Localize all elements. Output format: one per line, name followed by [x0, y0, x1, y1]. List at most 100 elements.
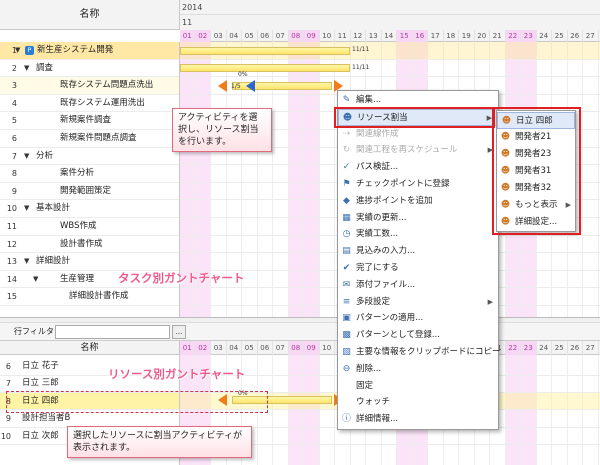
menu-item[interactable]: ✉ 添付ファイル... — [338, 277, 498, 294]
name-column-header[interactable]: 名称 — [0, 0, 180, 30]
menu-item[interactable]: 固定 — [338, 378, 498, 395]
menu-item[interactable]: ✓ パス検証... — [338, 159, 498, 176]
menu-item[interactable]: ▣ パターンの適用... — [338, 310, 498, 327]
menu-item-label: 主要な情報をクリップボードにコピー — [356, 347, 501, 357]
summary-bar-project[interactable] — [180, 47, 350, 55]
expand-toggle-icon[interactable]: ▼ — [24, 200, 29, 217]
day-cell: 25 — [552, 341, 568, 355]
task-row[interactable]: 13 ▼ 詳細設計 — [0, 253, 179, 271]
callout-assign-resource: アクティビティを選択し、リソース割当を行います。 — [172, 108, 272, 152]
day-cell: 04 — [227, 341, 242, 355]
menu-item-icon: ≡ — [342, 296, 351, 307]
menu-item[interactable]: ▩ パターンとして登録... — [338, 327, 498, 344]
day-cell: 10 — [320, 341, 335, 355]
task-row[interactable]: 1 ▼ P 新生産システム開発 — [0, 42, 179, 60]
task-row[interactable]: 3 既存システム問題点洗出 — [0, 77, 179, 95]
task-row[interactable]: 10 ▼ 基本設計 — [0, 200, 179, 218]
day-cell: 10 — [320, 30, 335, 42]
expand-toggle-icon[interactable]: ▼ — [24, 148, 29, 165]
day-cell: 27 — [583, 341, 599, 355]
menu-item[interactable]: ⊖ 削除... — [338, 361, 498, 378]
menu-item[interactable]: ≡ 多段設定 ▶ — [338, 294, 498, 311]
day-cell: 01 — [180, 30, 196, 42]
menu-item-icon: ⊖ — [342, 363, 351, 374]
menu-item-icon: ⇢ — [342, 128, 351, 139]
day-cell: 24 — [537, 30, 552, 42]
row-filter-button[interactable]: ... — [172, 325, 186, 339]
task-row[interactable]: 2 ▼ 調査 — [0, 60, 179, 78]
menu-item[interactable]: ◷ 実績工数... — [338, 226, 498, 243]
task-label: 開発範囲策定 — [60, 185, 112, 196]
day-cell: 03 — [211, 30, 227, 42]
summary-bar-survey[interactable] — [180, 64, 350, 72]
day-cell: 26 — [568, 30, 583, 42]
menu-item[interactable]: ▤ 見込みの入力... — [338, 243, 498, 260]
menu-item-label: 固定 — [356, 380, 374, 391]
day-cell: 17 — [428, 30, 444, 42]
menu-item-label: 見込みの入力... — [356, 246, 416, 257]
resource-name-column-header[interactable]: 名称 — [0, 341, 180, 355]
day-header-row: 01 02 03 04 05 06 07 08 09 10 11 12 13 14 15 16 17 18 19 20… — [180, 30, 600, 42]
day-cell: 15 — [397, 30, 413, 42]
context-menu: ✎ 編集... ☻ リソース割当 ▶ ⇢ 関連線作成 ↻ 関連工程を再スケジュール ▶ ✓ パス検証.… — [337, 90, 501, 430]
expand-toggle-icon[interactable]: ▼ — [24, 60, 29, 77]
menu-item-label: パターンとして登録... — [356, 330, 440, 341]
row-number: 14 — [6, 274, 17, 284]
menu-item[interactable]: ⓘ 詳細情報... — [338, 411, 498, 428]
menu-item[interactable]: ✔ 完了にする — [338, 260, 498, 277]
day-cell: 05 — [242, 341, 258, 355]
row-number: 4 — [11, 98, 17, 108]
menu-item[interactable]: ▧ 主要な情報をクリップボードにコピー — [338, 344, 501, 361]
menu-item[interactable]: ▦ 実績の更新... — [338, 210, 498, 227]
task-row[interactable]: 11 WBS作成 — [0, 218, 179, 236]
row-number: 2 — [11, 63, 17, 73]
day-cell: 02 — [195, 30, 211, 42]
day-cell: 14 — [382, 30, 397, 42]
task-label: WBS作成 — [60, 221, 97, 231]
task-label: 新規案件問題点調査 — [60, 133, 137, 143]
day-cell: 04 — [227, 30, 242, 42]
row-number: 8 — [11, 169, 17, 179]
menu-item[interactable]: ◆ 進捗ポイントを追加 — [338, 193, 498, 210]
resource-gantt-title: リソース別ガントチャート — [108, 367, 246, 381]
row-number: 5 — [11, 116, 17, 126]
task-label: 基本設計 — [36, 203, 71, 214]
task-row[interactable]: 9 開発範囲策定 — [0, 183, 179, 201]
row-number: 3 — [11, 81, 17, 91]
task-row[interactable]: 15 詳細設計書作成 — [0, 288, 179, 306]
expand-toggle-icon[interactable]: ▼ — [33, 271, 38, 288]
expand-toggle-icon[interactable]: ▼ — [24, 253, 29, 270]
bar-left-arrow — [218, 80, 227, 92]
task-row[interactable]: 6 新規案件問題点調査 — [0, 130, 179, 148]
row-number: 6 — [11, 134, 17, 143]
menu-item[interactable]: ウォッチ — [338, 394, 498, 411]
day-cell: 24 — [537, 341, 552, 355]
menu-item-icon: ▩ — [342, 330, 351, 341]
menu-item: ↻ 関連工程を再スケジュール ▶ — [338, 142, 498, 159]
menu-item-icon: ✎ — [342, 95, 351, 105]
task-label: 分析 — [36, 150, 54, 161]
task-row[interactable]: 7 ▼ 分析 — [0, 148, 179, 166]
day-cell: 11 — [335, 30, 351, 42]
menu-item-label: 完了にする — [356, 263, 399, 273]
day-cell: 02 — [195, 341, 211, 355]
day-cell: 08 — [288, 30, 304, 42]
task-label: 既存システム運用洗出 — [60, 97, 145, 108]
expand-toggle-icon[interactable]: ▼ — [15, 42, 20, 59]
task-row[interactable]: 12 設計書作成 — [0, 236, 179, 254]
bar-right-arrow — [246, 80, 255, 92]
day-cell: 27 — [583, 30, 599, 42]
day-cell: 09 — [304, 30, 320, 42]
day-cell: 06 — [258, 30, 273, 42]
day-cell: 08 — [288, 341, 304, 355]
task-row[interactable]: 8 案件分析 — [0, 165, 179, 183]
day-cell: 26 — [568, 341, 583, 355]
task-row[interactable]: 5 新規案件調査 — [0, 112, 179, 130]
menu-item-icon: ↻ — [342, 145, 351, 156]
task-label: 案件分析 — [60, 168, 95, 179]
row-filter-input[interactable] — [55, 325, 170, 339]
task-row[interactable]: 4 既存システム運用洗出 — [0, 95, 179, 113]
menu-item[interactable]: ⚑ チェックポイントに登録 — [338, 176, 498, 193]
day-cell: 22 — [505, 341, 521, 355]
menu-item-icon: ✔ — [342, 263, 351, 273]
